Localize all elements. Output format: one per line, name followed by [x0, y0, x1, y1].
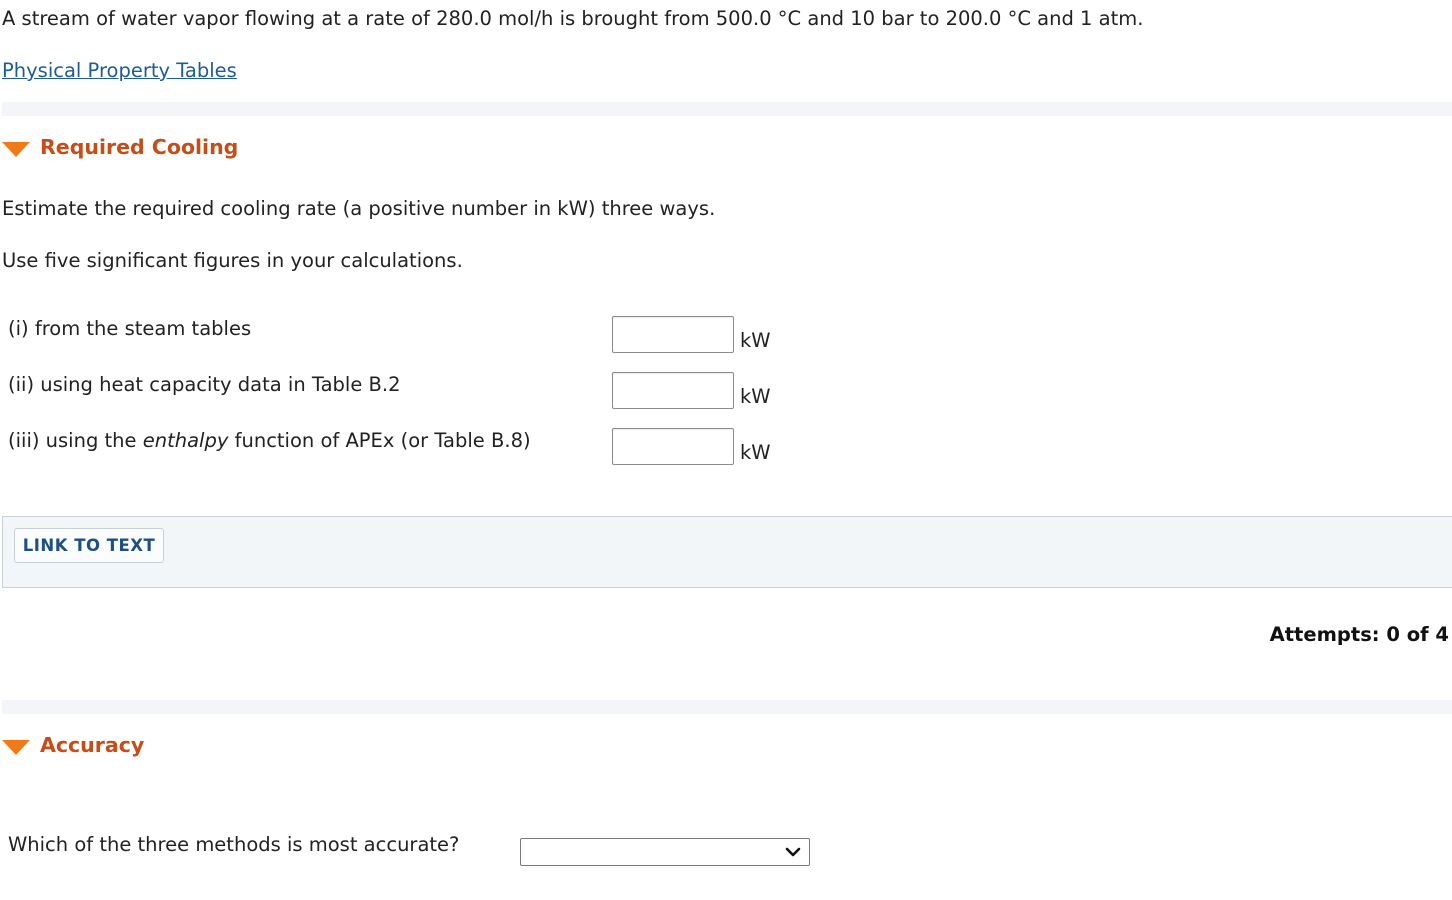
attempts-counter: Attempts: 0 of 4 [1269, 623, 1449, 646]
accuracy-question: Which of the three methods is most accur… [8, 833, 460, 856]
link-to-text-button[interactable]: LINK TO TEXT [14, 528, 164, 563]
question-label-prefix: (iii) using the [8, 429, 143, 452]
section-title: Accuracy [40, 733, 145, 757]
section-header-required-cooling[interactable]: Required Cooling [2, 135, 238, 159]
unit-label: kW [740, 385, 771, 408]
section-header-accuracy[interactable]: Accuracy [2, 733, 144, 757]
question-label-suffix: function of APEx (or Table B.8) [228, 429, 531, 452]
caret-down-icon [2, 739, 30, 755]
caret-down-icon [2, 141, 30, 157]
question-label-steam-tables: (i) from the steam tables [8, 317, 252, 340]
question-label-emphasis: enthalpy [142, 429, 229, 452]
link-to-text-panel: LINK TO TEXT [2, 516, 1452, 588]
question-label-heat-capacity: (ii) using heat capacity data in Table B… [8, 373, 401, 396]
answer-input-steam-tables[interactable] [612, 316, 734, 353]
instruction-text: Use five significant figures in your cal… [2, 249, 463, 272]
answer-input-enthalpy-function[interactable] [612, 428, 734, 465]
unit-label: kW [740, 329, 771, 352]
chevron-down-icon [785, 847, 801, 857]
problem-statement: A stream of water vapor flowing at a rat… [2, 7, 1144, 30]
section-title: Required Cooling [40, 135, 239, 159]
physical-property-tables-link[interactable]: Physical Property Tables [2, 59, 237, 82]
accuracy-method-select[interactable] [520, 838, 810, 866]
section-separator [2, 102, 1452, 116]
unit-label: kW [740, 441, 771, 464]
answer-input-heat-capacity[interactable] [612, 372, 734, 409]
section-separator [2, 700, 1452, 714]
instruction-text: Estimate the required cooling rate (a po… [2, 197, 716, 220]
question-label-enthalpy-function: (iii) using the enthalpy function of APE… [8, 429, 531, 452]
